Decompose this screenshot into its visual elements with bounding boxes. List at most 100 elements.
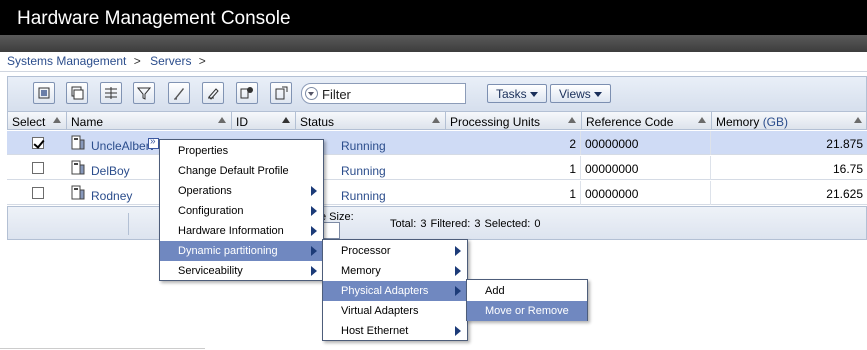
- filter-rows-icon[interactable]: [100, 82, 122, 104]
- menu-item-properties[interactable]: Properties: [160, 141, 323, 161]
- column-id[interactable]: ID: [232, 112, 296, 130]
- column-status-label: Status: [300, 115, 335, 129]
- table-totals: Total: 3 Filtered: 3 Selected: 0: [390, 218, 541, 230]
- dynamic-partitioning-submenu: Processor Memory Physical Adapters Virtu…: [322, 239, 468, 341]
- column-reference-code[interactable]: Reference Code: [582, 112, 712, 130]
- column-select-label: Select: [12, 115, 46, 129]
- sort-icon[interactable]: [698, 117, 706, 123]
- deselect-all-icon[interactable]: [66, 82, 88, 104]
- menu-item-label: Processor: [341, 245, 391, 257]
- filter-input[interactable]: Filter: [301, 83, 466, 104]
- row-checkbox[interactable]: [32, 187, 44, 199]
- column-memory-unit: (GB): [762, 115, 789, 129]
- sort-icon[interactable]: [568, 117, 576, 123]
- menu-item-move-or-remove[interactable]: Move or Remove: [467, 301, 587, 321]
- column-memory[interactable]: Memory (GB): [712, 112, 867, 130]
- clear-sort-icon[interactable]: [202, 82, 224, 104]
- server-name-link[interactable]: DelBoy: [91, 164, 130, 178]
- footer-divider: [128, 213, 129, 235]
- menu-item-label: Memory: [341, 265, 381, 277]
- physical-adapters-submenu: Add Move or Remove: [466, 279, 588, 321]
- filter-dropdown-icon[interactable]: [305, 87, 318, 100]
- column-memory-label: Memory: [716, 115, 760, 129]
- server-icon: [71, 160, 85, 175]
- table-row[interactable]: Rodney Running 1 00000000 21.625: [7, 181, 867, 205]
- menu-item-change-default-profile[interactable]: Change Default Profile: [160, 161, 323, 181]
- memory-cell: 16.75: [832, 162, 863, 176]
- submenu-arrow-icon: [311, 226, 317, 236]
- status-text: Running: [341, 189, 386, 203]
- submenu-arrow-icon: [455, 326, 461, 336]
- sort-icon[interactable]: [432, 117, 440, 123]
- server-context-menu: Properties Change Default Profile Operat…: [159, 139, 324, 281]
- sort-icon[interactable]: [53, 117, 61, 123]
- breadcrumb-separator: >: [198, 54, 206, 68]
- submenu-arrow-icon: [311, 186, 317, 196]
- menu-item-label: Change Default Profile: [178, 165, 289, 177]
- memory-cell: 21.875: [826, 137, 863, 151]
- column-processing-units[interactable]: Processing Units: [446, 112, 582, 130]
- menu-item-label: Host Ethernet: [341, 325, 409, 337]
- menu-item-hardware-information[interactable]: Hardware Information: [160, 221, 323, 241]
- menu-item-physical-adapters[interactable]: Physical Adapters: [323, 281, 467, 301]
- column-status[interactable]: Status: [296, 112, 446, 130]
- column-select[interactable]: Select: [8, 112, 67, 130]
- menu-item-label: Configuration: [178, 205, 244, 217]
- table-toolbar: Filter Tasks Views: [7, 76, 867, 111]
- menu-item-label: Properties: [178, 145, 229, 157]
- submenu-arrow-icon: [311, 206, 317, 216]
- server-icon: [71, 185, 85, 200]
- tasks-menu-button[interactable]: Tasks: [487, 84, 547, 103]
- filter-placeholder: Filter: [322, 87, 351, 102]
- menu-item-add[interactable]: Add: [467, 281, 587, 301]
- views-menu-button[interactable]: Views: [550, 84, 611, 103]
- submenu-arrow-icon: [311, 266, 317, 276]
- menu-item-label: Add: [485, 285, 505, 297]
- sort-icon[interactable]: [218, 117, 226, 123]
- column-reference-code-label: Reference Code: [586, 115, 674, 129]
- select-all-icon[interactable]: [33, 82, 55, 104]
- sort-ascending-icon[interactable]: [282, 117, 290, 123]
- sort-icon[interactable]: [854, 117, 862, 123]
- edit-sort-icon[interactable]: [168, 82, 190, 104]
- title-band: [0, 35, 867, 52]
- submenu-arrow-icon: [455, 246, 461, 256]
- view-settings-icon[interactable]: [270, 82, 292, 104]
- menu-item-virtual-adapters[interactable]: Virtual Adapters: [323, 301, 467, 321]
- breadcrumb-separator: >: [133, 54, 141, 68]
- column-id-label: ID: [236, 115, 248, 129]
- menu-item-label: Hardware Information: [178, 225, 284, 237]
- row-checkbox[interactable]: [32, 162, 44, 174]
- app-title: Hardware Management Console: [0, 0, 867, 35]
- menu-item-configuration[interactable]: Configuration: [160, 201, 323, 221]
- reference-code-cell: 00000000: [581, 131, 711, 155]
- row-checkbox[interactable]: [32, 137, 44, 149]
- processing-units-cell: 1: [445, 181, 581, 205]
- menu-item-memory[interactable]: Memory: [323, 261, 467, 281]
- server-name-link[interactable]: UncleAlbert: [91, 139, 153, 153]
- context-menu-trigger-icon[interactable]: [148, 136, 159, 149]
- submenu-arrow-icon: [455, 286, 461, 296]
- table-row[interactable]: UncleAlbert Running 2 00000000 21.875: [7, 131, 867, 155]
- column-name[interactable]: Name: [67, 112, 232, 130]
- processing-units-cell: 2: [445, 131, 581, 155]
- breadcrumb-servers[interactable]: Servers: [150, 54, 191, 68]
- breadcrumb-systems-management[interactable]: Systems Management: [7, 54, 126, 68]
- caret-down-icon: [529, 92, 538, 98]
- configure-columns-icon[interactable]: [236, 82, 258, 104]
- menu-item-label: Physical Adapters: [341, 285, 429, 297]
- memory-cell: 21.625: [826, 187, 863, 201]
- menu-item-processor[interactable]: Processor: [323, 241, 467, 261]
- menu-item-serviceability[interactable]: Serviceability: [160, 261, 323, 281]
- server-name-link[interactable]: Rodney: [91, 189, 132, 203]
- processing-units-cell: 1: [445, 156, 581, 180]
- menu-item-host-ethernet[interactable]: Host Ethernet: [323, 321, 467, 341]
- tasks-label: Tasks: [496, 87, 527, 101]
- submenu-arrow-icon: [311, 246, 317, 256]
- table-row[interactable]: DelBoy Running 1 00000000 16.75: [7, 156, 867, 180]
- menu-item-dynamic-partitioning[interactable]: Dynamic partitioning: [160, 241, 323, 261]
- clear-filter-icon[interactable]: [133, 82, 155, 104]
- menu-item-operations[interactable]: Operations: [160, 181, 323, 201]
- table-header: Select Name ID Status Processing Units R…: [7, 111, 867, 130]
- reference-code-cell: 00000000: [581, 156, 711, 180]
